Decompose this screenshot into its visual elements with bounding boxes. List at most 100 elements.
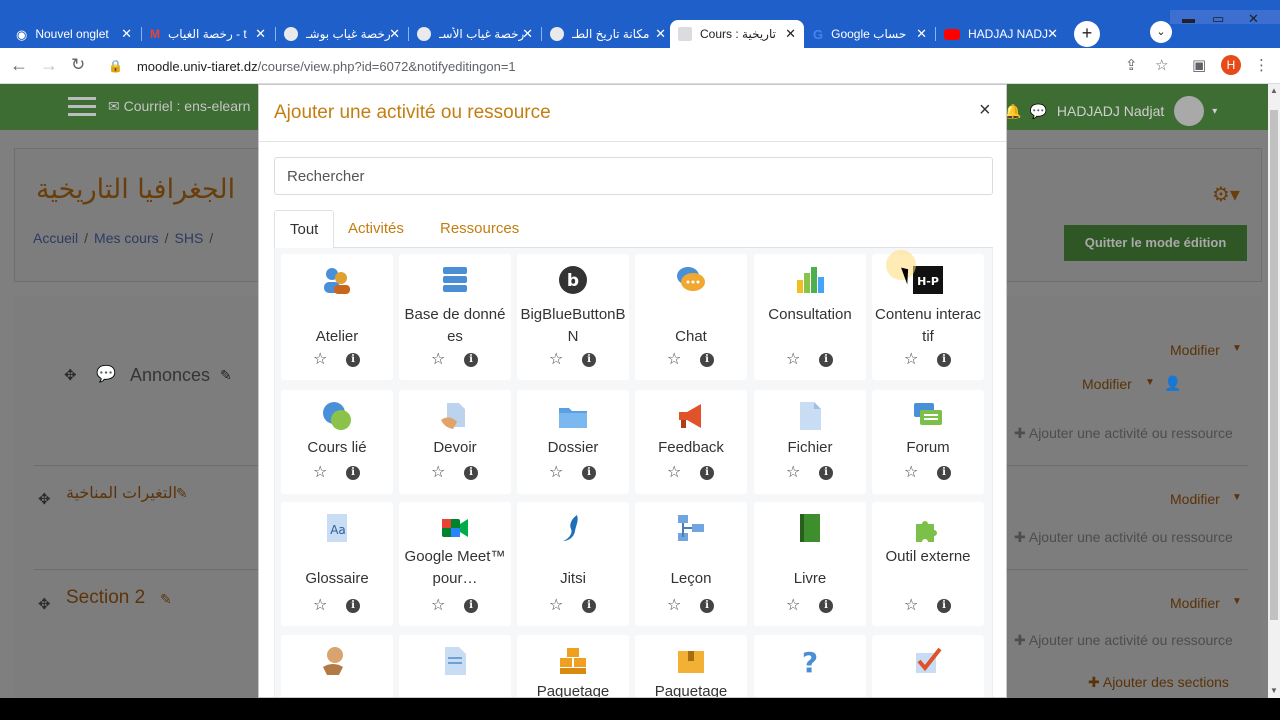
search-input[interactable] bbox=[274, 157, 993, 195]
activity-card[interactable]: Devoir ☆ i bbox=[399, 390, 511, 494]
star-icon[interactable]: ☆ bbox=[431, 352, 445, 368]
star-icon[interactable]: ☆ bbox=[904, 465, 918, 481]
user-menu[interactable]: 🔔 💬 HADJADJ Nadjat ▾ bbox=[1004, 96, 1217, 126]
activity-card[interactable] bbox=[281, 635, 393, 697]
activity-card[interactable]: Aa Glossaire ☆ i bbox=[281, 502, 393, 626]
address-bar[interactable]: 🔒 moodle.univ-tiaret.dz/course/view.php?… bbox=[100, 53, 1180, 79]
star-icon[interactable]: ☆ bbox=[667, 465, 681, 481]
close-tab-icon[interactable]: ✕ bbox=[255, 26, 266, 42]
info-icon[interactable]: i bbox=[346, 599, 360, 613]
info-icon[interactable]: i bbox=[819, 466, 833, 480]
browser-tab[interactable]: رخصة غياب بوشـ ✕ bbox=[276, 20, 408, 48]
browser-tab[interactable]: ◉ Nouvel onglet ✕ bbox=[8, 20, 140, 48]
close-tab-icon[interactable]: ✕ bbox=[522, 26, 533, 42]
move-icon[interactable]: ✥ bbox=[64, 366, 77, 384]
info-icon[interactable]: i bbox=[346, 466, 360, 480]
browser-tab[interactable]: G Google حساب ✕ bbox=[805, 20, 935, 48]
modify-menu[interactable]: Modifier bbox=[1170, 491, 1220, 507]
info-icon[interactable]: i bbox=[700, 353, 714, 367]
activity-card[interactable]: Base de données ☆ i bbox=[399, 254, 511, 380]
star-icon[interactable]: ☆ bbox=[904, 598, 918, 614]
star-icon[interactable]: ☆ bbox=[431, 598, 445, 614]
reload-icon[interactable]: ↻ bbox=[71, 56, 85, 74]
activity-card[interactable]: Consultation ☆ i bbox=[754, 254, 866, 380]
modify-menu[interactable]: Modifier bbox=[1170, 595, 1220, 611]
activity-card[interactable]: b BigBlueButtonBN ☆ i bbox=[517, 254, 629, 380]
add-activity-link[interactable]: ✚ Ajouter une activité ou ressource bbox=[1014, 425, 1233, 442]
scrollbar-thumb[interactable] bbox=[1270, 110, 1278, 620]
profile-avatar[interactable]: H bbox=[1221, 55, 1241, 75]
activity-card[interactable]: Atelier ☆ i bbox=[281, 254, 393, 380]
maximize-icon[interactable]: ▭ bbox=[1212, 11, 1224, 27]
info-icon[interactable]: i bbox=[582, 599, 596, 613]
activity-card[interactable]: Forum ☆ i bbox=[872, 390, 984, 494]
star-icon[interactable]: ☆ bbox=[667, 598, 681, 614]
new-tab-button[interactable]: + bbox=[1074, 21, 1100, 47]
info-icon[interactable]: i bbox=[464, 466, 478, 480]
info-icon[interactable]: i bbox=[464, 599, 478, 613]
tab-activities[interactable]: Activités bbox=[333, 210, 419, 248]
close-tab-icon[interactable]: ✕ bbox=[1047, 26, 1058, 42]
activity-card[interactable] bbox=[872, 635, 984, 697]
info-icon[interactable]: i bbox=[937, 353, 951, 367]
breadcrumb-shs[interactable]: SHS bbox=[175, 230, 204, 246]
move-icon[interactable]: ✥ bbox=[38, 595, 51, 613]
activity-card[interactable]: Paquetage bbox=[635, 635, 747, 697]
info-icon[interactable]: i bbox=[582, 353, 596, 367]
activity-card[interactable]: Jitsi ☆ i bbox=[517, 502, 629, 626]
info-icon[interactable]: i bbox=[819, 599, 833, 613]
star-icon[interactable]: ☆ bbox=[431, 465, 445, 481]
activity-card[interactable]: Paquetage bbox=[517, 635, 629, 697]
close-window-icon[interactable]: ✕ bbox=[1248, 11, 1259, 27]
info-icon[interactable]: i bbox=[700, 466, 714, 480]
close-tab-icon[interactable]: ✕ bbox=[916, 26, 927, 42]
close-tab-icon[interactable]: ✕ bbox=[389, 26, 400, 42]
gear-icon[interactable]: ⚙▾ bbox=[1212, 182, 1240, 207]
close-tab-icon[interactable]: ✕ bbox=[785, 26, 796, 42]
star-icon[interactable]: ☆ bbox=[549, 352, 563, 368]
tab-search-icon[interactable]: ⌄ bbox=[1150, 21, 1172, 43]
activity-card[interactable]: Leçon ☆ i bbox=[635, 502, 747, 626]
page-scrollbar[interactable]: ▲ ▼ bbox=[1268, 84, 1280, 698]
star-icon[interactable]: ☆ bbox=[313, 352, 327, 368]
breadcrumb-home[interactable]: Accueil bbox=[33, 230, 78, 246]
modify-menu[interactable]: Modifier bbox=[1170, 342, 1220, 358]
bookmark-star-icon[interactable]: ☆ bbox=[1155, 58, 1168, 74]
activity-card[interactable]: Outil externe ☆ i bbox=[872, 502, 984, 626]
side-panel-icon[interactable]: ▣ bbox=[1192, 58, 1206, 74]
activity-card[interactable]: Cours lié ☆ i bbox=[281, 390, 393, 494]
tab-resources[interactable]: Ressources bbox=[425, 210, 534, 248]
star-icon[interactable]: ☆ bbox=[313, 465, 327, 481]
back-icon[interactable]: ← bbox=[10, 56, 28, 74]
star-icon[interactable]: ☆ bbox=[786, 598, 800, 614]
activity-card[interactable]: ? bbox=[754, 635, 866, 697]
edit-pencil-icon[interactable]: ✎ bbox=[176, 485, 188, 502]
activity-card[interactable]: Chat ☆ i bbox=[635, 254, 747, 380]
browser-tab-active[interactable]: Cours : تاريخية ✕ bbox=[670, 20, 804, 48]
info-icon[interactable]: i bbox=[937, 599, 951, 613]
activity-card[interactable]: Feedback ☆ i bbox=[635, 390, 747, 494]
menu-kebab-icon[interactable]: ⋮ bbox=[1254, 58, 1269, 74]
add-activity-link[interactable]: ✚ Ajouter une activité ou ressource bbox=[1014, 632, 1233, 649]
browser-tab[interactable]: مكانة تاريخ الطـ ✕ bbox=[542, 20, 674, 48]
info-icon[interactable]: i bbox=[464, 353, 478, 367]
tab-all[interactable]: Tout bbox=[274, 210, 335, 249]
browser-tab[interactable]: HADJAJ NADJ ✕ bbox=[936, 20, 1066, 48]
close-tab-icon[interactable]: ✕ bbox=[655, 26, 666, 42]
star-icon[interactable]: ☆ bbox=[904, 352, 918, 368]
info-icon[interactable]: i bbox=[937, 466, 951, 480]
close-tab-icon[interactable]: ✕ bbox=[121, 26, 132, 42]
close-icon[interactable]: × bbox=[979, 99, 991, 122]
activity-card[interactable]: Livre ☆ i bbox=[754, 502, 866, 626]
info-icon[interactable]: i bbox=[700, 599, 714, 613]
add-sections-link[interactable]: ✚ Ajouter des sections bbox=[1088, 674, 1229, 691]
forward-icon[interactable]: → bbox=[40, 56, 58, 74]
star-icon[interactable]: ☆ bbox=[549, 598, 563, 614]
activity-card[interactable]: Dossier ☆ i bbox=[517, 390, 629, 494]
activity-card[interactable]: Google Meet™ pour… ☆ i bbox=[399, 502, 511, 626]
star-icon[interactable]: ☆ bbox=[549, 465, 563, 481]
activity-card[interactable] bbox=[399, 635, 511, 697]
scroll-down-icon[interactable]: ▼ bbox=[1270, 686, 1278, 695]
edit-pencil-icon[interactable]: ✎ bbox=[220, 367, 232, 384]
star-icon[interactable]: ☆ bbox=[786, 352, 800, 368]
